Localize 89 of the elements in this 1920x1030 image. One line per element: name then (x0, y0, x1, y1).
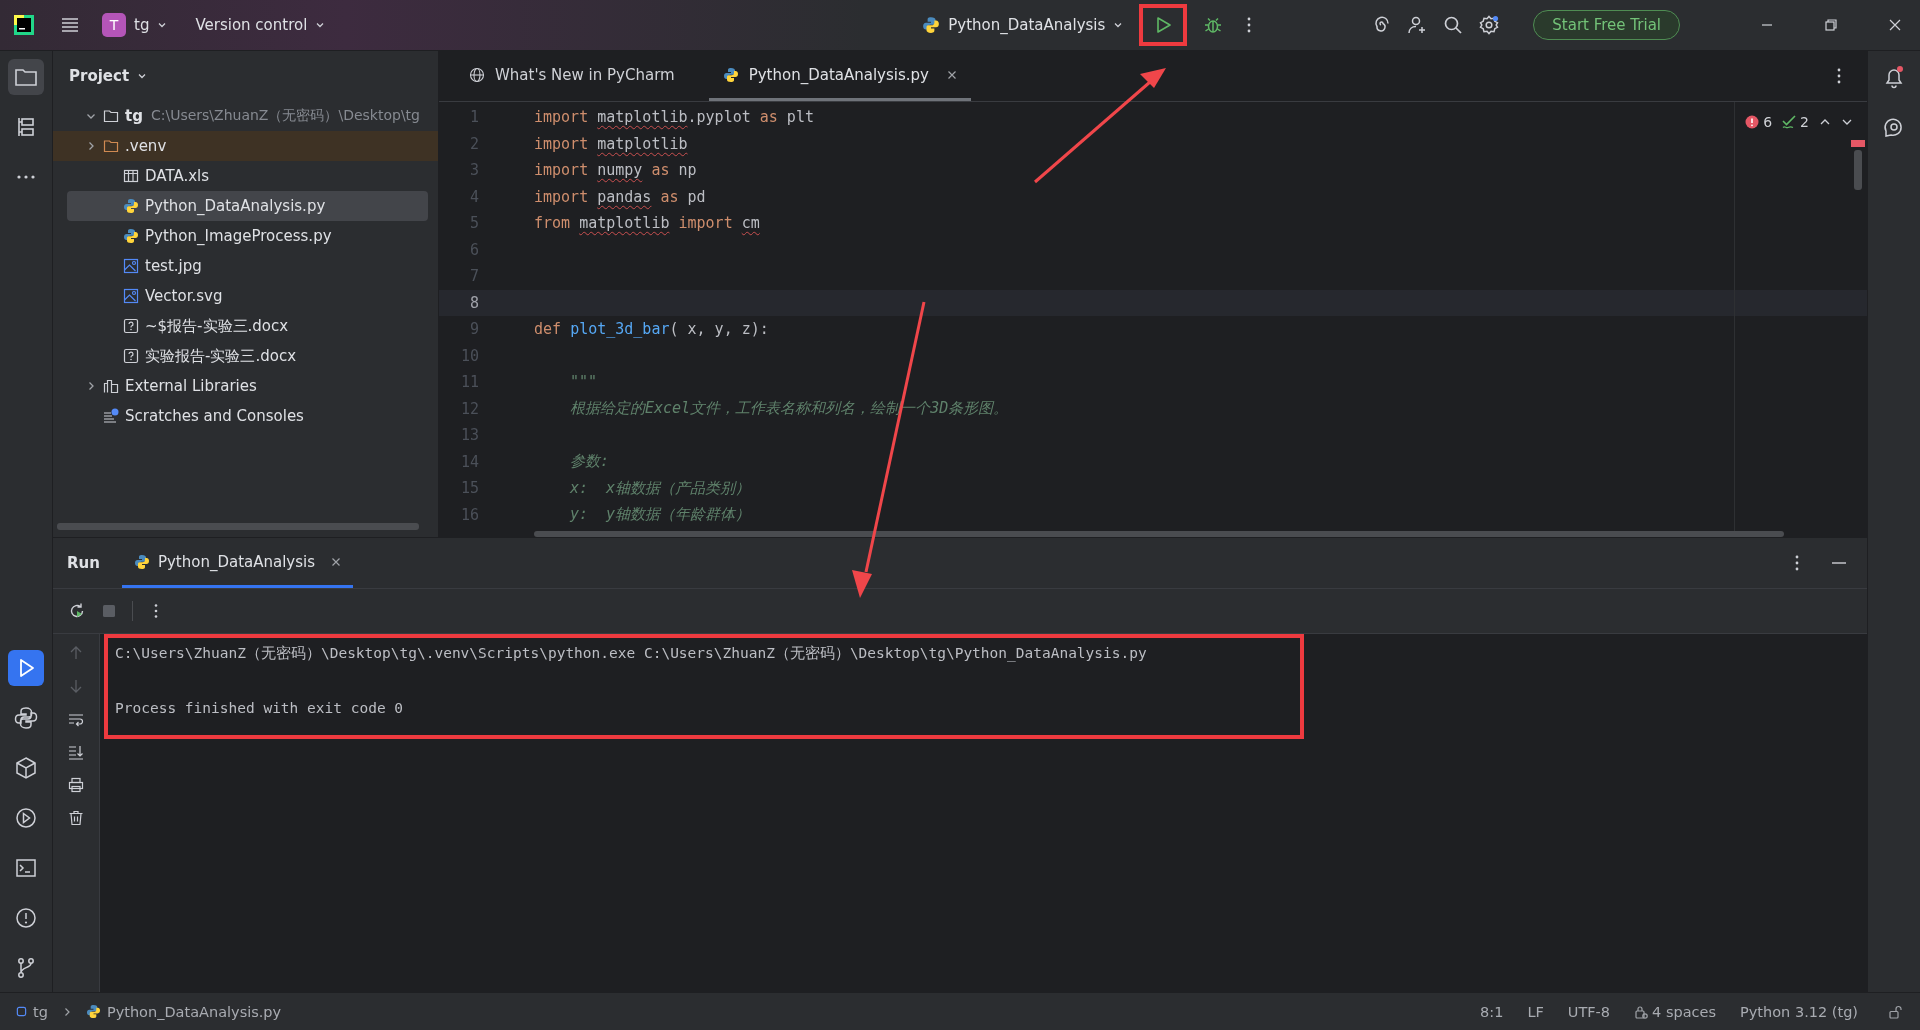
image-file-icon (123, 288, 139, 304)
debug-icon[interactable] (1203, 15, 1224, 35)
status-item[interactable]: UTF-8 (1567, 1003, 1611, 1020)
scratches-icon (103, 408, 119, 424)
warning-count[interactable]: 2 (1782, 114, 1809, 130)
code-line: import pandas as pd (534, 187, 706, 206)
scrollbar[interactable] (1854, 150, 1862, 190)
code-line: import matplotlib (534, 134, 688, 153)
code-line: """ (569, 373, 598, 392)
settings-icon[interactable] (1479, 15, 1500, 35)
close-icon[interactable] (1888, 18, 1902, 32)
python-icon (85, 1004, 101, 1019)
console-output-line: Process finished with exit code 0 (115, 699, 405, 718)
tree-item[interactable]: test.jpg (67, 251, 428, 281)
console-output-line: C:\Users\ZhuanZ（无密码）\Desktop\tg\.venv\Scripts\python.exe C:\Users\ZhuanZ（无密码）\Desktop\tg\Python_DataAnalysis.py (115, 644, 1148, 664)
tree-item[interactable]: Python_ImageProcess.py (67, 221, 428, 251)
menu-icon[interactable] (60, 15, 80, 35)
start-free-trial-button[interactable]: Start Free Trial (1533, 10, 1680, 40)
add-user-icon[interactable] (1407, 15, 1428, 35)
tree-item[interactable]: Scratches and Consoles (67, 401, 428, 431)
breadcrumb[interactable]: tg (16, 1003, 48, 1020)
scrollbar[interactable] (57, 523, 419, 530)
stop-icon (100, 602, 118, 620)
run-panel-title: Run (67, 554, 100, 572)
down-arrow-icon (68, 678, 84, 694)
python-icon (123, 228, 139, 244)
chevron-down-icon (157, 20, 168, 30)
pycharm-logo-icon[interactable] (14, 15, 34, 35)
run-configuration-dropdown[interactable]: Python_DataAnalysis (916, 12, 1130, 38)
close-icon[interactable] (331, 556, 342, 567)
lock-icon[interactable] (1888, 1004, 1902, 1019)
editor-tab[interactable]: What's New in PyCharm (455, 51, 689, 101)
code-line: from matplotlib import cm (534, 214, 760, 233)
code-line: 参数: (569, 452, 610, 472)
code-line: import matplotlib.pyplot as plt (534, 108, 814, 127)
code-line: import numpy as np (534, 161, 697, 180)
code-line: def plot_3d_bar( x, y, z): (534, 320, 769, 339)
search-icon[interactable] (1443, 15, 1464, 35)
code-line: x: x轴数据（产品类别） (569, 478, 751, 498)
version-control-menu[interactable]: Version control (189, 12, 332, 38)
image-file-icon (123, 258, 139, 274)
error-count[interactable]: 6 (1745, 114, 1773, 130)
line-number: 8 (468, 293, 479, 312)
scroll-to-end-icon[interactable] (68, 744, 84, 760)
folder-icon[interactable] (8, 59, 44, 95)
tree-item[interactable]: ~$报告-实验三.docx (67, 311, 428, 341)
error-marker[interactable] (1851, 140, 1865, 147)
python-icon (133, 553, 150, 570)
editor-tab[interactable]: Python_DataAnalysis.py (708, 51, 971, 101)
status-item[interactable]: 4 spaces (1634, 1003, 1717, 1020)
python-icon (123, 198, 139, 214)
status-item[interactable]: Python 3.12 (tg) (1740, 1003, 1858, 1020)
tree-item[interactable]: Python_DataAnalysis.py (67, 191, 428, 221)
chevron-down-icon (315, 20, 326, 30)
trash-icon[interactable] (68, 810, 84, 826)
tree-item[interactable]: External Libraries (67, 371, 428, 401)
tree-item[interactable]: tg C:\Users\ZhuanZ（无密码）\Desktop\tg (67, 101, 428, 131)
project-switcher[interactable]: T tg (96, 9, 174, 41)
python-icon (722, 66, 739, 83)
lock-icon (1634, 1004, 1649, 1019)
restore-icon[interactable] (1824, 18, 1838, 32)
up-arrow-icon (68, 645, 84, 661)
question-file-icon (123, 348, 139, 364)
folder-icon (103, 138, 119, 154)
question-file-icon (123, 318, 139, 334)
print-icon[interactable] (68, 777, 84, 793)
folder-icon (103, 108, 119, 124)
chevron-down-icon (137, 71, 148, 81)
chevron-down-icon (1113, 20, 1124, 30)
globe-icon (469, 66, 485, 83)
table-icon (123, 168, 139, 184)
status-item[interactable]: LF (1527, 1003, 1544, 1020)
rerun-icon[interactable] (68, 602, 86, 620)
chevron-down-icon[interactable] (85, 111, 97, 121)
tree-item[interactable]: .venv (53, 131, 438, 161)
status-item[interactable]: 8:1 (1480, 1003, 1504, 1020)
code-line: y: y轴数据（年龄群体） (568, 505, 751, 525)
run-icon[interactable] (8, 650, 44, 686)
tree-item[interactable]: DATA.xls (67, 161, 428, 191)
breadcrumb[interactable]: Python_DataAnalysis.py (85, 1003, 282, 1020)
module-icon (16, 1006, 27, 1017)
python-icon (922, 16, 941, 34)
close-icon[interactable] (946, 69, 957, 80)
library-icon (103, 378, 119, 394)
scrollbar[interactable] (534, 531, 1784, 537)
tree-item[interactable]: 实验报告-实验三.docx (67, 341, 428, 371)
soft-wrap-icon[interactable] (68, 711, 84, 727)
tree-item[interactable]: Vector.svg (67, 281, 428, 311)
project-view-selector[interactable]: Project (63, 66, 154, 86)
